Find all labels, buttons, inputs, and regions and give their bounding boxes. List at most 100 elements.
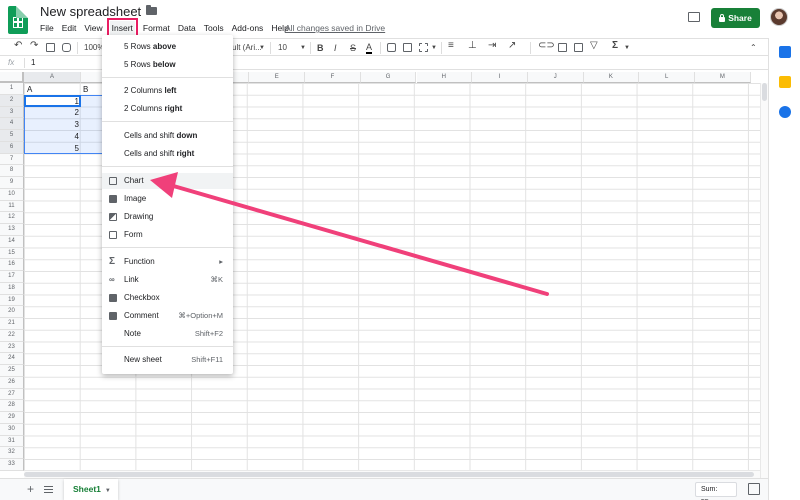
font-size-chevron-icon[interactable]: ▼ xyxy=(300,42,306,54)
redo-icon[interactable]: ↷ xyxy=(30,40,38,52)
merge-chevron-icon[interactable]: ▼ xyxy=(431,42,437,54)
menu-file[interactable]: File xyxy=(40,21,54,35)
row-header-1[interactable]: 1 xyxy=(0,83,24,95)
select-all-corner[interactable] xyxy=(0,72,24,83)
text-wrapping-icon[interactable]: ⇥ xyxy=(488,40,496,52)
insert-link[interactable]: ∞ Link ⌘K xyxy=(102,272,233,288)
horizontal-scroll-thumb[interactable] xyxy=(24,472,754,477)
print-icon[interactable] xyxy=(46,43,55,52)
undo-icon[interactable]: ↶ xyxy=(14,40,22,52)
borders-icon[interactable] xyxy=(403,43,412,52)
font-family-select[interactable]: ult (Ari... xyxy=(232,42,262,54)
row-header-22[interactable]: 22 xyxy=(0,329,24,342)
paint-format-icon[interactable] xyxy=(62,43,71,52)
insert-function[interactable]: Σ Function ▸ xyxy=(102,254,233,270)
horizontal-scrollbar[interactable] xyxy=(24,470,760,478)
cell-a1[interactable]: A xyxy=(27,84,32,95)
merge-cells-icon[interactable] xyxy=(419,43,428,52)
column-header-f[interactable]: F xyxy=(305,72,361,83)
row-header-13[interactable]: 13 xyxy=(0,224,24,236)
sum-indicator[interactable]: Sum: 55▼ xyxy=(695,482,737,500)
row-header-32[interactable]: 32 xyxy=(0,447,24,459)
column-header-e[interactable]: E xyxy=(249,72,306,83)
tasks-icon[interactable] xyxy=(779,106,791,118)
insert-columns-right[interactable]: 2 Columns right xyxy=(102,101,233,117)
column-header-m[interactable]: M xyxy=(695,72,751,83)
column-header-i[interactable]: I xyxy=(472,72,528,83)
sheets-logo-icon[interactable] xyxy=(8,6,28,34)
italic-icon[interactable]: I xyxy=(334,42,337,54)
insert-cells-shift-right[interactable]: Cells and shift right xyxy=(102,146,233,162)
move-folder-icon[interactable] xyxy=(146,5,157,15)
functions-icon[interactable]: Σ xyxy=(612,40,618,52)
calendar-icon[interactable] xyxy=(779,46,791,58)
row-header-30[interactable]: 30 xyxy=(0,423,24,436)
cell-a3[interactable]: 2 xyxy=(24,107,79,118)
bold-icon[interactable]: B xyxy=(317,42,324,54)
column-header-a[interactable]: A xyxy=(24,72,81,83)
formula-input[interactable]: 1 xyxy=(31,56,35,70)
keep-icon[interactable] xyxy=(779,76,791,88)
row-header-10[interactable]: 10 xyxy=(0,188,24,201)
row-header-20[interactable]: 20 xyxy=(0,306,24,318)
row-header-21[interactable]: 21 xyxy=(0,318,24,330)
save-status-link[interactable]: All changes saved in Drive xyxy=(285,21,385,35)
sheet-tab-sheet1[interactable]: Sheet1 ▼ xyxy=(64,479,118,500)
filter-icon[interactable]: ▽ xyxy=(590,40,598,52)
row-header-25[interactable]: 25 xyxy=(0,365,24,377)
row-header-18[interactable]: 18 xyxy=(0,282,24,295)
insert-form[interactable]: Form xyxy=(102,227,233,243)
row-header-11[interactable]: 11 xyxy=(0,200,24,213)
row-header-15[interactable]: 15 xyxy=(0,247,24,260)
cell-a6[interactable]: 5 xyxy=(24,143,79,154)
menu-addons[interactable]: Add-ons xyxy=(232,21,264,35)
column-header-g[interactable]: G xyxy=(360,72,417,83)
menu-tools[interactable]: Tools xyxy=(204,21,224,35)
explore-icon[interactable] xyxy=(748,483,760,495)
menu-view[interactable]: View xyxy=(84,21,102,35)
row-header-7[interactable]: 7 xyxy=(0,153,24,166)
sheet-tab-chevron-icon[interactable]: ▼ xyxy=(105,488,111,494)
menu-edit[interactable]: Edit xyxy=(62,21,77,35)
strikethrough-icon[interactable]: S xyxy=(350,42,356,54)
insert-cells-shift-down[interactable]: Cells and shift down xyxy=(102,128,233,144)
insert-chart[interactable]: Chart xyxy=(102,173,233,189)
cell-a5[interactable]: 4 xyxy=(24,131,79,142)
fill-color-icon[interactable] xyxy=(387,43,396,52)
document-title[interactable]: New spreadsheet xyxy=(40,4,141,19)
row-header-8[interactable]: 8 xyxy=(0,165,24,177)
row-header-29[interactable]: 29 xyxy=(0,412,24,424)
vertical-scrollbar[interactable] xyxy=(760,83,768,478)
menu-insert[interactable]: Insert xyxy=(106,18,138,38)
insert-image[interactable]: Image xyxy=(102,191,233,207)
row-header-3[interactable]: 3 xyxy=(0,106,24,119)
row-header-28[interactable]: 28 xyxy=(0,400,24,412)
row-header-5[interactable]: 5 xyxy=(0,130,24,142)
insert-rows-above[interactable]: 5 Rows above xyxy=(102,39,233,55)
menu-data[interactable]: Data xyxy=(178,21,196,35)
row-header-12[interactable]: 12 xyxy=(0,212,24,224)
comment-history-icon[interactable] xyxy=(688,12,700,22)
insert-new-sheet[interactable]: New sheet Shift+F11 xyxy=(102,352,233,368)
row-header-33[interactable]: 33 xyxy=(0,459,24,471)
all-sheets-menu-icon[interactable] xyxy=(44,486,53,493)
row-header-16[interactable]: 16 xyxy=(0,259,24,271)
row-header-17[interactable]: 17 xyxy=(0,271,24,283)
text-color-icon[interactable]: A xyxy=(366,42,373,54)
insert-link-icon[interactable]: ⊂⊃ xyxy=(538,40,555,52)
row-header-23[interactable]: 23 xyxy=(0,341,24,354)
cell-b1[interactable]: B xyxy=(83,84,88,95)
row-header-19[interactable]: 19 xyxy=(0,294,24,307)
column-header-j[interactable]: J xyxy=(527,72,584,83)
add-sheet-button[interactable]: + xyxy=(27,482,34,496)
insert-comment-icon[interactable] xyxy=(558,43,567,52)
row-header-2[interactable]: 2 xyxy=(0,94,24,107)
functions-chevron-icon[interactable]: ▼ xyxy=(624,42,630,54)
vertical-align-icon[interactable]: ⊥ xyxy=(468,40,477,52)
horizontal-align-icon[interactable]: ≡ xyxy=(448,40,454,52)
user-avatar[interactable] xyxy=(770,8,788,26)
insert-rows-below[interactable]: 5 Rows below xyxy=(102,57,233,73)
row-header-31[interactable]: 31 xyxy=(0,435,24,448)
share-button[interactable]: Share xyxy=(711,8,760,28)
row-header-4[interactable]: 4 xyxy=(0,118,24,130)
